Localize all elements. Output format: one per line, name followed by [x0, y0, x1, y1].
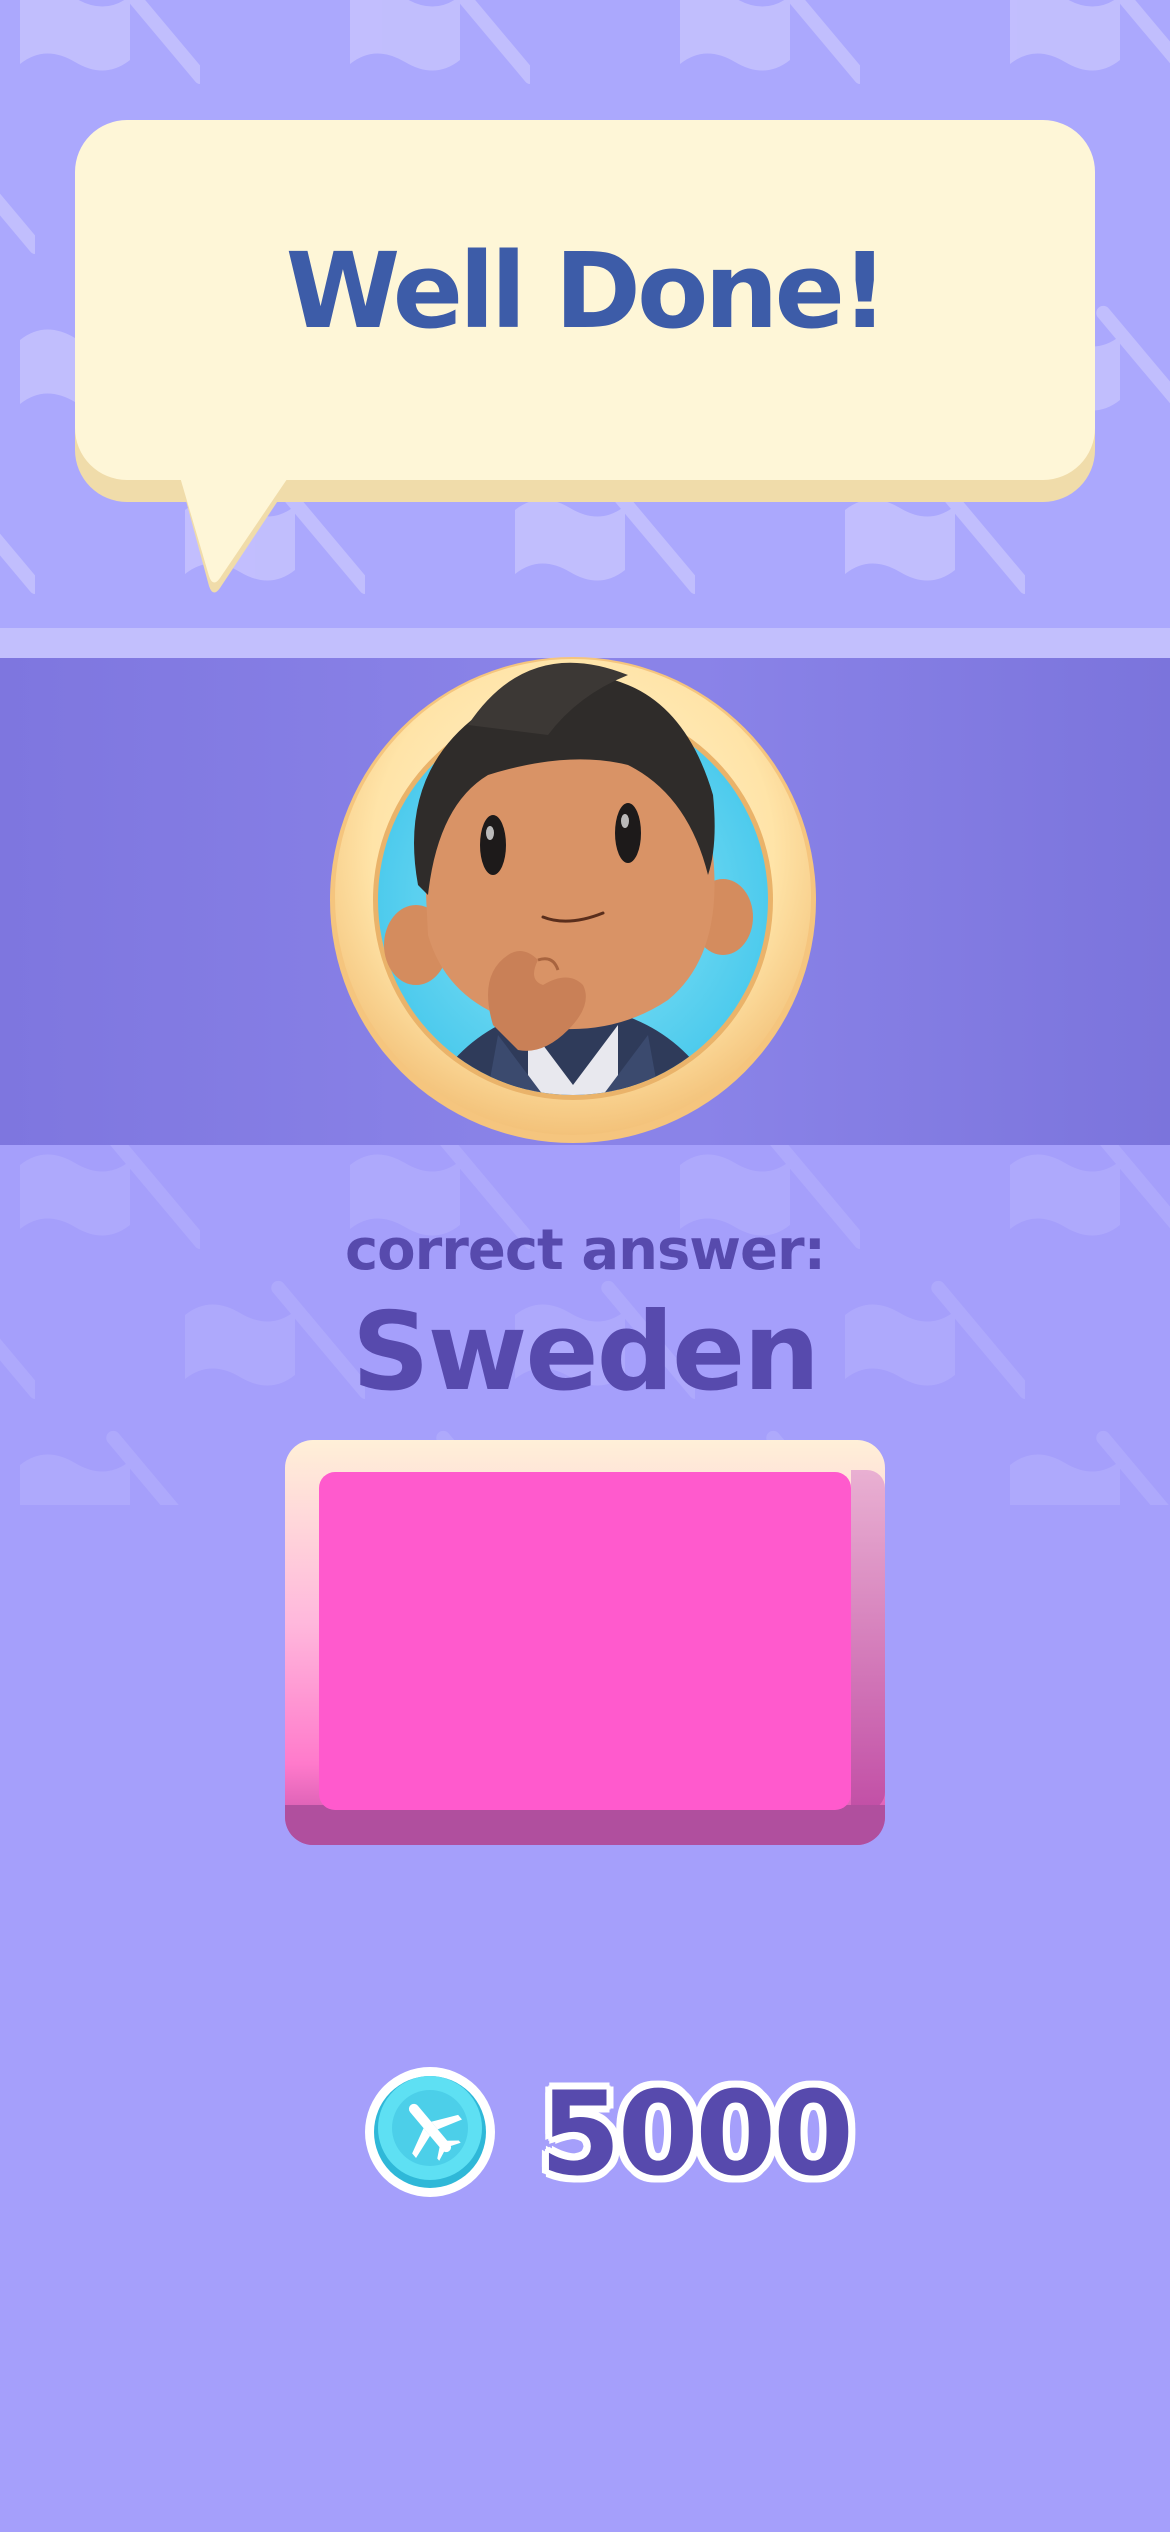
flag-pattern-icon: [0, 0, 208, 110]
correct-answer-label: correct answer:: [344, 1218, 826, 1283]
divider-strip: [0, 628, 1170, 658]
speech-bubble-tail: [175, 460, 305, 593]
flag-pattern-icon: [990, 0, 1170, 110]
flag-pattern-icon: [0, 1425, 208, 1505]
flag-card-face: [319, 1472, 851, 1810]
speech-bubble: Well Done!: [75, 120, 1095, 593]
plane-coin-icon: [365, 2067, 495, 2197]
page-title: Well Done!: [285, 230, 889, 352]
flag-pattern-icon: [0, 470, 43, 620]
coin-amount: 5000: [540, 2067, 854, 2202]
flag-card: [285, 1440, 885, 1845]
correct-answer-value: Sweden: [351, 1290, 820, 1415]
flag-pattern-icon: [1155, 470, 1170, 620]
flag-card-side: [851, 1470, 885, 1810]
flag-pattern-icon: [1155, 130, 1170, 280]
flag-card-bottom: [285, 1805, 885, 1845]
flag-pattern-icon: [0, 130, 43, 280]
flag-pattern-icon: [330, 0, 538, 110]
avatar: [330, 657, 816, 1143]
flag-pattern-icon: [660, 0, 868, 110]
flag-pattern-icon: [990, 1425, 1170, 1505]
